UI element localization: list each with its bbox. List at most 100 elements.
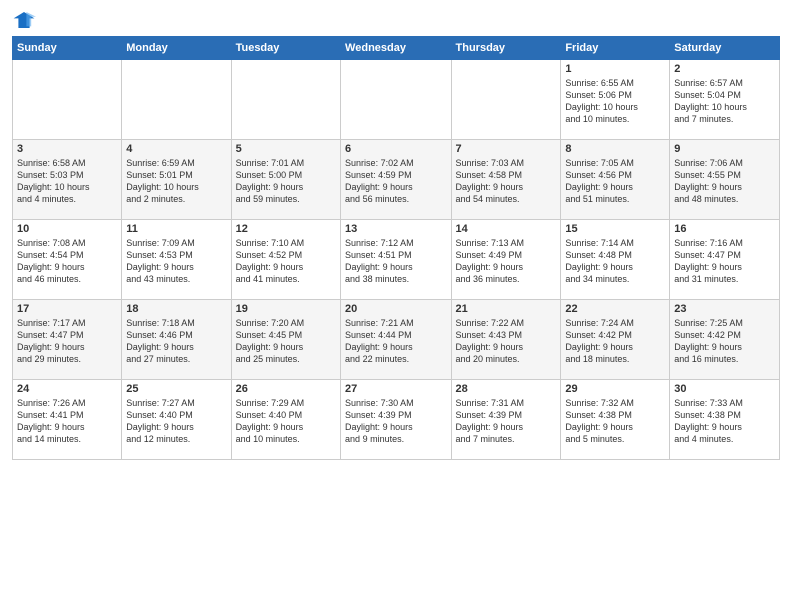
day-info: Sunrise: 7:22 AM Sunset: 4:43 PM Dayligh…	[456, 317, 557, 366]
day-number: 6	[345, 143, 446, 155]
day-number: 23	[674, 303, 775, 315]
calendar-cell: 29 Sunrise: 7:32 AM Sunset: 4:38 PM Dayli…	[561, 380, 670, 460]
calendar-cell: 3 Sunrise: 6:58 AM Sunset: 5:03 PM Daylig…	[13, 140, 122, 220]
day-number: 17	[17, 303, 117, 315]
day-number: 15	[565, 223, 665, 235]
calendar-cell	[341, 60, 451, 140]
weekday-header-cell: Friday	[561, 37, 670, 60]
calendar-cell: 11 Sunrise: 7:09 AM Sunset: 4:53 PM Dayli…	[122, 220, 231, 300]
calendar-cell: 16 Sunrise: 7:16 AM Sunset: 4:47 PM Dayli…	[670, 220, 780, 300]
day-number: 18	[126, 303, 226, 315]
weekday-header-row: SundayMondayTuesdayWednesdayThursdayFrid…	[13, 37, 780, 60]
day-number: 29	[565, 383, 665, 395]
logo	[12, 10, 40, 30]
day-info: Sunrise: 7:08 AM Sunset: 4:54 PM Dayligh…	[17, 237, 117, 286]
calendar-cell: 1 Sunrise: 6:55 AM Sunset: 5:06 PM Daylig…	[561, 60, 670, 140]
day-info: Sunrise: 7:33 AM Sunset: 4:38 PM Dayligh…	[674, 397, 775, 446]
weekday-header-cell: Monday	[122, 37, 231, 60]
calendar-cell: 26 Sunrise: 7:29 AM Sunset: 4:40 PM Dayli…	[231, 380, 340, 460]
calendar-cell: 17 Sunrise: 7:17 AM Sunset: 4:47 PM Dayli…	[13, 300, 122, 380]
day-number: 11	[126, 223, 226, 235]
day-number: 27	[345, 383, 446, 395]
day-number: 14	[456, 223, 557, 235]
calendar-cell: 15Sunrise: 7:14 AM Sunset: 4:48 PM Dayli…	[561, 220, 670, 300]
calendar-week-row: 24 Sunrise: 7:26 AM Sunset: 4:41 PM Dayli…	[13, 380, 780, 460]
day-info: Sunrise: 7:09 AM Sunset: 4:53 PM Dayligh…	[126, 237, 226, 286]
day-number: 22	[565, 303, 665, 315]
calendar-week-row: 3 Sunrise: 6:58 AM Sunset: 5:03 PM Daylig…	[13, 140, 780, 220]
day-info: Sunrise: 7:31 AM Sunset: 4:39 PM Dayligh…	[456, 397, 557, 446]
day-info: Sunrise: 7:12 AM Sunset: 4:51 PM Dayligh…	[345, 237, 446, 286]
calendar-cell: 19Sunrise: 7:20 AM Sunset: 4:45 PM Dayli…	[231, 300, 340, 380]
day-number: 24	[17, 383, 117, 395]
calendar-cell: 10Sunrise: 7:08 AM Sunset: 4:54 PM Dayli…	[13, 220, 122, 300]
calendar-cell: 9Sunrise: 7:06 AM Sunset: 4:55 PM Daylig…	[670, 140, 780, 220]
day-number: 2	[674, 63, 775, 75]
day-number: 30	[674, 383, 775, 395]
day-info: Sunrise: 7:26 AM Sunset: 4:41 PM Dayligh…	[17, 397, 117, 446]
page: SundayMondayTuesdayWednesdayThursdayFrid…	[0, 0, 792, 612]
day-info: Sunrise: 7:05 AM Sunset: 4:56 PM Dayligh…	[565, 157, 665, 206]
day-info: Sunrise: 7:27 AM Sunset: 4:40 PM Dayligh…	[126, 397, 226, 446]
day-info: Sunrise: 7:01 AM Sunset: 5:00 PM Dayligh…	[236, 157, 336, 206]
day-info: Sunrise: 6:59 AM Sunset: 5:01 PM Dayligh…	[126, 157, 226, 206]
day-info: Sunrise: 6:55 AM Sunset: 5:06 PM Dayligh…	[565, 77, 665, 126]
logo-icon	[12, 10, 36, 30]
day-number: 20	[345, 303, 446, 315]
calendar-cell: 12 Sunrise: 7:10 AM Sunset: 4:52 PM Dayli…	[231, 220, 340, 300]
day-info: Sunrise: 7:24 AM Sunset: 4:42 PM Dayligh…	[565, 317, 665, 366]
day-number: 12	[236, 223, 336, 235]
day-info: Sunrise: 7:29 AM Sunset: 4:40 PM Dayligh…	[236, 397, 336, 446]
calendar-cell: 14 Sunrise: 7:13 AM Sunset: 4:49 PM Dayli…	[451, 220, 561, 300]
calendar-cell: 8 Sunrise: 7:05 AM Sunset: 4:56 PM Daylig…	[561, 140, 670, 220]
weekday-header-cell: Thursday	[451, 37, 561, 60]
day-number: 19	[236, 303, 336, 315]
day-number: 16	[674, 223, 775, 235]
calendar-cell: 28 Sunrise: 7:31 AM Sunset: 4:39 PM Dayli…	[451, 380, 561, 460]
day-number: 25	[126, 383, 226, 395]
calendar-cell: 4 Sunrise: 6:59 AM Sunset: 5:01 PM Daylig…	[122, 140, 231, 220]
day-number: 4	[126, 143, 226, 155]
day-info: Sunrise: 7:18 AM Sunset: 4:46 PM Dayligh…	[126, 317, 226, 366]
day-number: 8	[565, 143, 665, 155]
calendar-cell: 30 Sunrise: 7:33 AM Sunset: 4:38 PM Dayli…	[670, 380, 780, 460]
day-info: Sunrise: 7:21 AM Sunset: 4:44 PM Dayligh…	[345, 317, 446, 366]
calendar-cell: 27 Sunrise: 7:30 AM Sunset: 4:39 PM Dayli…	[341, 380, 451, 460]
day-number: 1	[565, 63, 665, 75]
day-number: 28	[456, 383, 557, 395]
weekday-header-cell: Tuesday	[231, 37, 340, 60]
day-info: Sunrise: 7:13 AM Sunset: 4:49 PM Dayligh…	[456, 237, 557, 286]
calendar-cell: 23 Sunrise: 7:25 AM Sunset: 4:42 PM Dayli…	[670, 300, 780, 380]
calendar: SundayMondayTuesdayWednesdayThursdayFrid…	[12, 36, 780, 460]
calendar-week-row: 17 Sunrise: 7:17 AM Sunset: 4:47 PM Dayli…	[13, 300, 780, 380]
calendar-cell	[122, 60, 231, 140]
day-info: Sunrise: 6:58 AM Sunset: 5:03 PM Dayligh…	[17, 157, 117, 206]
header	[12, 10, 780, 30]
day-number: 9	[674, 143, 775, 155]
calendar-cell	[451, 60, 561, 140]
day-number: 26	[236, 383, 336, 395]
calendar-body: 1 Sunrise: 6:55 AM Sunset: 5:06 PM Daylig…	[13, 60, 780, 460]
day-info: Sunrise: 7:25 AM Sunset: 4:42 PM Dayligh…	[674, 317, 775, 366]
calendar-cell: 2 Sunrise: 6:57 AM Sunset: 5:04 PM Daylig…	[670, 60, 780, 140]
calendar-cell	[231, 60, 340, 140]
calendar-cell: 22 Sunrise: 7:24 AM Sunset: 4:42 PM Dayli…	[561, 300, 670, 380]
day-info: Sunrise: 7:10 AM Sunset: 4:52 PM Dayligh…	[236, 237, 336, 286]
day-info: Sunrise: 7:32 AM Sunset: 4:38 PM Dayligh…	[565, 397, 665, 446]
day-info: Sunrise: 6:57 AM Sunset: 5:04 PM Dayligh…	[674, 77, 775, 126]
calendar-cell: 7Sunrise: 7:03 AM Sunset: 4:58 PM Daylig…	[451, 140, 561, 220]
day-info: Sunrise: 7:17 AM Sunset: 4:47 PM Dayligh…	[17, 317, 117, 366]
weekday-header-cell: Wednesday	[341, 37, 451, 60]
calendar-cell: 18 Sunrise: 7:18 AM Sunset: 4:46 PM Dayli…	[122, 300, 231, 380]
calendar-week-row: 10Sunrise: 7:08 AM Sunset: 4:54 PM Dayli…	[13, 220, 780, 300]
calendar-cell	[13, 60, 122, 140]
calendar-cell: 20 Sunrise: 7:21 AM Sunset: 4:44 PM Dayli…	[341, 300, 451, 380]
day-info: Sunrise: 7:16 AM Sunset: 4:47 PM Dayligh…	[674, 237, 775, 286]
day-info: Sunrise: 7:30 AM Sunset: 4:39 PM Dayligh…	[345, 397, 446, 446]
day-number: 13	[345, 223, 446, 235]
calendar-cell: 25 Sunrise: 7:27 AM Sunset: 4:40 PM Dayli…	[122, 380, 231, 460]
calendar-cell: 5Sunrise: 7:01 AM Sunset: 5:00 PM Daylig…	[231, 140, 340, 220]
day-number: 7	[456, 143, 557, 155]
weekday-header-cell: Saturday	[670, 37, 780, 60]
day-number: 3	[17, 143, 117, 155]
